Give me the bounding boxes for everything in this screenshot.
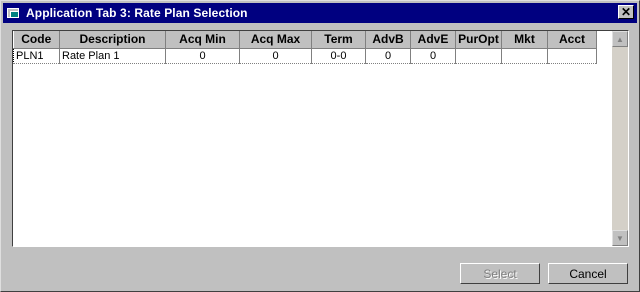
column-header-advb[interactable]: AdvB xyxy=(365,31,411,49)
column-header-mkt[interactable]: Mkt xyxy=(501,31,548,49)
table-row[interactable]: PLN1 Rate Plan 1 0 0 0-0 0 0 xyxy=(13,47,597,64)
cell-puropt[interactable] xyxy=(455,48,502,64)
rate-plan-grid[interactable]: Code Description Acq Min Acq Max Term Ad… xyxy=(12,30,629,247)
window-title: Application Tab 3: Rate Plan Selection xyxy=(26,6,248,20)
column-header-adve[interactable]: AdvE xyxy=(410,31,456,49)
header-row: Code Description Acq Min Acq Max Term Ad… xyxy=(13,31,597,49)
column-header-term[interactable]: Term xyxy=(311,31,366,49)
close-button[interactable]: ✕ xyxy=(618,5,634,19)
column-header-acq-min[interactable]: Acq Min xyxy=(165,31,240,49)
column-header-acq-max[interactable]: Acq Max xyxy=(239,31,312,49)
title-bar[interactable]: Application Tab 3: Rate Plan Selection ✕ xyxy=(3,3,637,23)
column-header-description[interactable]: Description xyxy=(59,31,166,49)
app-window-icon xyxy=(6,6,22,20)
column-header-code[interactable]: Code xyxy=(13,31,60,49)
cell-acq-max[interactable]: 0 xyxy=(239,48,312,64)
rate-plan-table: Code Description Acq Min Acq Max Term Ad… xyxy=(13,31,597,64)
vertical-scrollbar[interactable]: ▲ ▼ xyxy=(612,31,628,246)
column-header-puropt[interactable]: PurOpt xyxy=(455,31,502,49)
cell-adve[interactable]: 0 xyxy=(410,48,456,64)
scroll-down-arrow-icon[interactable]: ▼ xyxy=(612,230,628,246)
cancel-button[interactable]: Cancel xyxy=(548,263,628,284)
cell-description[interactable]: Rate Plan 1 xyxy=(59,48,166,64)
cell-mkt[interactable] xyxy=(501,48,548,64)
cell-code[interactable]: PLN1 xyxy=(13,47,60,64)
select-button[interactable]: Select xyxy=(460,263,540,284)
rate-plan-dialog: Application Tab 3: Rate Plan Selection ✕… xyxy=(0,0,640,292)
cell-acq-min[interactable]: 0 xyxy=(165,48,240,64)
cell-advb[interactable]: 0 xyxy=(365,48,411,64)
column-header-acct[interactable]: Acct xyxy=(547,31,597,49)
scroll-up-arrow-icon[interactable]: ▲ xyxy=(612,31,628,47)
cell-acct[interactable] xyxy=(547,48,597,64)
cell-term[interactable]: 0-0 xyxy=(311,48,366,64)
